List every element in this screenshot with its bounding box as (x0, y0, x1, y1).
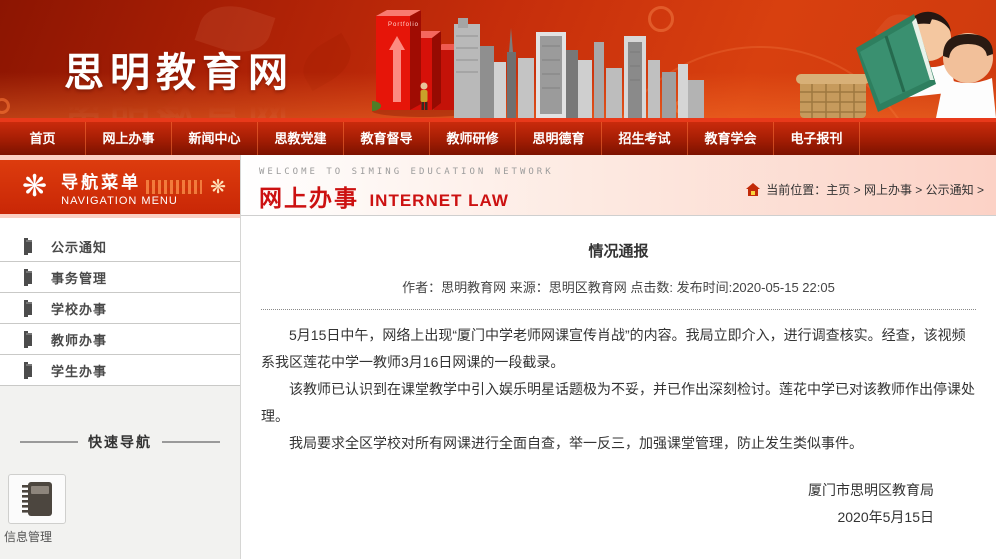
nav-item-e-journal[interactable]: 电子报刊 (774, 122, 860, 155)
notebook-icon (26, 239, 32, 253)
city-skyline-graphic (454, 18, 704, 118)
nav-item-moral-edu[interactable]: 思明德育 (516, 122, 602, 155)
section-header: WELCOME TO SIMING EDUCATION NETWORK 网上办事… (241, 155, 996, 216)
main-content: WELCOME TO SIMING EDUCATION NETWORK 网上办事… (241, 155, 996, 559)
snowflake-icon: ❋ (210, 177, 226, 198)
notebook-icon (22, 482, 52, 516)
info-management-label[interactable]: 信息管理 (4, 528, 240, 545)
nav-item-online-services[interactable]: 网上办事 (86, 122, 172, 155)
quick-nav-header: 快速导航 (0, 432, 240, 452)
article-paragraph: 5月15日中午，网络上出现“厦门中学老师网课宣传肖战”的内容。我局立即介入，进行… (261, 327, 966, 370)
section-title-cn: 网上办事 (259, 185, 359, 211)
notebook-icon (26, 332, 32, 346)
article: 情况通报 作者：思明教育网 来源：思明区教育网 点击数: 发布时间:2020-0… (241, 216, 996, 531)
nav-item-teacher-training[interactable]: 教师研修 (430, 122, 516, 155)
sidebar-menu: 公示通知 事务管理 学校办事 教师办事 学生办事 (0, 218, 240, 386)
tiny-person-figure (420, 82, 428, 110)
dotted-pattern-decoration (146, 180, 202, 194)
breadcrumb[interactable]: 当前位置：主页 > 网上办事 > 公示通知 > (746, 181, 984, 198)
notebook-icon (26, 301, 32, 315)
welcome-text: WELCOME TO SIMING EDUCATION NETWORK (259, 167, 554, 177)
sidebar-item-school-services[interactable]: 学校办事 (0, 293, 240, 324)
dotted-separator (261, 309, 976, 310)
navigation-menu-header: ❋ 导航菜单 NAVIGATION MENU ❋ (0, 160, 240, 214)
sidebar: ❋ 导航菜单 NAVIGATION MENU ❋ 公示通知 事务管理 学校办事 … (0, 155, 241, 559)
quick-nav-title: 快速导航 (88, 434, 152, 450)
notebook-icon (26, 270, 32, 284)
sidebar-item-affairs-management[interactable]: 事务管理 (0, 262, 240, 293)
nav-item-admissions[interactable]: 招生考试 (602, 122, 688, 155)
home-icon (746, 183, 761, 196)
article-body: 5月15日中午，网络上出现“厦门中学老师网课宣传肖战”的内容。我局立即介入，进行… (261, 322, 976, 457)
signature-org: 厦门市思明区教育局 (808, 482, 934, 498)
section-title-en: INTERNET LAW (369, 191, 509, 210)
portfolio-label: Portfolio (388, 22, 420, 28)
divider-line (162, 441, 220, 443)
content-row: ❋ 导航菜单 NAVIGATION MENU ❋ 公示通知 事务管理 学校办事 … (0, 155, 996, 559)
article-paragraph: 我局要求全区学校对所有网课进行全面自查，举一反三，加强课堂管理，防止发生类似事件… (289, 435, 863, 451)
nav-item-home[interactable]: 首页 (0, 122, 86, 155)
page: Portfolio 思明教育网 思明教育网 首页 网上办事 新闻中心 思教党建 … (0, 0, 996, 559)
site-title-reflection: 思明教育网 (64, 91, 294, 118)
divider-line (20, 441, 78, 443)
sidebar-item-teacher-services[interactable]: 教师办事 (0, 324, 240, 355)
signature-block: 厦门市思明区教育局 2020年5月15日 (261, 477, 976, 531)
quick-nav-section: 快速导航 信息管理 (0, 386, 240, 559)
menu-title-en: NAVIGATION MENU (61, 194, 178, 207)
main-navigation: 首页 网上办事 新闻中心 思教党建 教育督导 教师研修 思明德育 招生考试 教育… (0, 122, 996, 155)
children-reading-photo (796, 11, 996, 118)
nav-item-supervision[interactable]: 教育督导 (344, 122, 430, 155)
signature-date: 2020年5月15日 (837, 509, 934, 525)
info-management-shortcut[interactable] (8, 474, 66, 524)
sidebar-item-public-notice[interactable]: 公示通知 (0, 231, 240, 262)
breadcrumb-text: 当前位置：主页 > 网上办事 > 公示通知 > (766, 183, 984, 197)
nav-item-edu-society[interactable]: 教育学会 (688, 122, 774, 155)
article-title: 情况通报 (588, 243, 649, 260)
nav-item-news[interactable]: 新闻中心 (172, 122, 258, 155)
nav-item-party[interactable]: 思教党建 (258, 122, 344, 155)
article-meta: 作者：思明教育网 来源：思明区教育网 点击数: 发布时间:2020-05-15 … (402, 280, 835, 295)
snowflake-icon: ❋ (22, 170, 48, 203)
article-paragraph: 该教师已认识到在课堂教学中引入娱乐明星话题极为不妥，并已作出深刻检讨。莲花中学已… (261, 381, 975, 424)
wicker-basket (796, 74, 870, 118)
sidebar-item-student-services[interactable]: 学生办事 (0, 355, 240, 386)
notebook-icon (26, 363, 32, 377)
banner: Portfolio 思明教育网 思明教育网 (0, 0, 996, 118)
